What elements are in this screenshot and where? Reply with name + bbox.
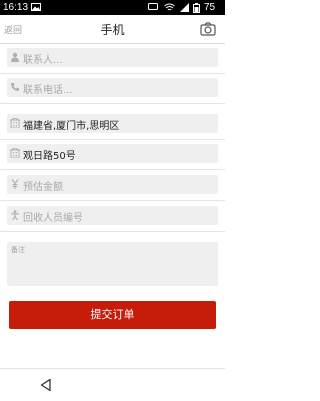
- recycler-id-input[interactable]: 回收人员编号: [7, 206, 218, 225]
- phone-icon: [11, 83, 19, 91]
- contact-name-placeholder: 联系人...: [23, 55, 63, 66]
- person-arms-icon: [11, 210, 19, 220]
- back-triangle-icon[interactable]: [39, 378, 53, 392]
- currency-icon: [11, 179, 19, 189]
- region-input[interactable]: 福建省,厦门市,思明区: [7, 114, 218, 133]
- estimated-amount-row: 预估金额: [0, 171, 225, 201]
- recycler-id-row: 回收人员编号: [0, 202, 225, 232]
- signal-icon: [180, 3, 189, 12]
- estimated-amount-input[interactable]: 预估金额: [7, 175, 218, 194]
- recycler-id-placeholder: 回收人员编号: [23, 213, 83, 224]
- estimated-amount-placeholder: 预估金额: [23, 182, 63, 193]
- submit-order-button[interactable]: 提交订单: [9, 301, 216, 329]
- contact-name-input[interactable]: 联系人...: [7, 48, 218, 67]
- page-title: 手机: [100, 23, 125, 37]
- wifi-icon: [164, 3, 175, 11]
- contact-phone-input[interactable]: 联系电话...: [7, 78, 218, 97]
- navigation-bar: [0, 368, 225, 401]
- region-row: 福建省,厦门市,思明区: [0, 110, 225, 140]
- image-icon: [31, 3, 41, 11]
- street-address-value: 观日路50号: [23, 151, 76, 162]
- header-bar: 返回 手机: [0, 15, 225, 44]
- remarks-textarea[interactable]: 备注: [7, 242, 218, 286]
- contact-name-row: 联系人...: [0, 44, 225, 74]
- status-time: 16:13: [3, 2, 29, 13]
- camera-icon[interactable]: [200, 22, 216, 36]
- contact-phone-row: 联系电话...: [0, 74, 225, 104]
- battery-level: 75: [204, 2, 216, 13]
- street-address-row: 观日路50号: [0, 140, 225, 170]
- message-icon: [148, 3, 158, 11]
- contact-phone-placeholder: 联系电话...: [23, 85, 73, 96]
- street-address-input[interactable]: 观日路50号: [7, 144, 218, 163]
- status-bar: 16:13 75: [0, 0, 225, 15]
- person-icon: [11, 52, 19, 62]
- remarks-placeholder: 备注: [11, 246, 25, 254]
- building-icon: [10, 148, 20, 158]
- battery-icon: [193, 3, 200, 13]
- region-value: 福建省,厦门市,思明区: [23, 121, 120, 132]
- building-icon: [10, 118, 20, 128]
